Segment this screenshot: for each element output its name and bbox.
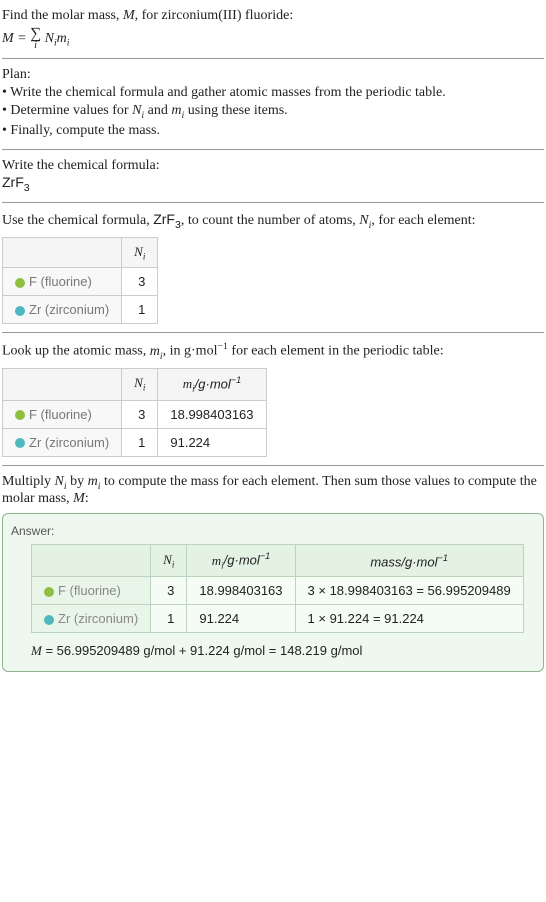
mi-value: 91.224 xyxy=(158,428,266,456)
ni-value: 1 xyxy=(122,296,158,324)
table-row: Zr (zirconium) 1 xyxy=(3,296,158,324)
table-row: F (fluorine) 3 xyxy=(3,268,158,296)
write-formula-label: Write the chemical formula: xyxy=(2,158,544,174)
element-cell: Zr (zirconium) xyxy=(32,605,151,633)
molar-mass-formula: M = ∑i Nimi xyxy=(2,27,544,50)
formula-base: ZrF xyxy=(2,174,24,190)
mass-header: mass/g·mol−1 xyxy=(295,545,523,577)
ni-header: Ni xyxy=(151,545,187,577)
answer-box: Answer: Ni mi/g·mol−1 mass/g·mol−1 F (fl… xyxy=(2,513,544,672)
ni-header: Ni xyxy=(122,368,158,400)
mi-value: 18.998403163 xyxy=(187,577,295,605)
table-row: Zr (zirconium) 1 91.224 1 × 91.224 = 91.… xyxy=(32,605,524,633)
empty-header xyxy=(3,368,122,400)
write-formula-section: Write the chemical formula: ZrF3 xyxy=(2,150,544,203)
table-row: F (fluorine) 3 18.998403163 xyxy=(3,400,267,428)
element-dot-icon xyxy=(15,410,25,420)
element-name: Zr (zirconium) xyxy=(29,302,109,317)
mi-header: mi/g·mol−1 xyxy=(187,545,295,577)
mass-value: 1 × 91.224 = 91.224 xyxy=(295,605,523,633)
table-row: Zr (zirconium) 1 91.224 xyxy=(3,428,267,456)
element-dot-icon xyxy=(15,306,25,316)
chemical-formula: ZrF3 xyxy=(2,174,544,194)
element-dot-icon xyxy=(15,438,25,448)
element-name: Zr (zirconium) xyxy=(58,611,138,626)
element-name: F (fluorine) xyxy=(29,407,92,422)
element-cell: Zr (zirconium) xyxy=(3,428,122,456)
count-atoms-text: Use the chemical formula, ZrF3, to count… xyxy=(2,211,544,231)
table-row: F (fluorine) 3 18.998403163 3 × 18.99840… xyxy=(32,577,524,605)
plan-section: Plan: • Write the chemical formula and g… xyxy=(2,59,544,150)
count-atoms-table: Ni F (fluorine) 3 Zr (zirconium) 1 xyxy=(2,237,158,325)
ni-value: 1 xyxy=(151,605,187,633)
empty-header xyxy=(32,545,151,577)
table-header-row: Ni mi/g·mol−1 mass/g·mol−1 xyxy=(32,545,524,577)
mi-value: 18.998403163 xyxy=(158,400,266,428)
plan-bullet: • Write the chemical formula and gather … xyxy=(2,85,544,101)
empty-header xyxy=(3,237,122,268)
ni-value: 3 xyxy=(122,400,158,428)
mi-header: mi/g·mol−1 xyxy=(158,368,266,400)
mass-value: 3 × 18.998403163 = 56.995209489 xyxy=(295,577,523,605)
ni-header: Ni xyxy=(122,237,158,268)
element-name: F (fluorine) xyxy=(29,274,92,289)
element-cell: F (fluorine) xyxy=(3,400,122,428)
element-cell: F (fluorine) xyxy=(3,268,122,296)
element-dot-icon xyxy=(44,615,54,625)
ni-value: 1 xyxy=(122,428,158,456)
intro-line: Find the molar mass, M, for zirconium(II… xyxy=(2,8,544,24)
element-cell: F (fluorine) xyxy=(32,577,151,605)
answer-label: Answer: xyxy=(11,524,535,538)
element-dot-icon xyxy=(44,587,54,597)
final-section: Multiply Ni by mi to compute the mass fo… xyxy=(2,466,544,681)
plan-header: Plan: xyxy=(2,67,544,83)
final-answer: M = 56.995209489 g/mol + 91.224 g/mol = … xyxy=(31,643,535,659)
intro-section: Find the molar mass, M, for zirconium(II… xyxy=(2,4,544,59)
atomic-mass-text: Look up the atomic mass, mi, in g·mol−1 … xyxy=(2,341,544,361)
element-cell: Zr (zirconium) xyxy=(3,296,122,324)
element-dot-icon xyxy=(15,278,25,288)
plan-bullet: • Determine values for Ni and mi using t… xyxy=(2,103,544,121)
table-header-row: Ni xyxy=(3,237,158,268)
element-name: Zr (zirconium) xyxy=(29,435,109,450)
plan-bullet: • Finally, compute the mass. xyxy=(2,123,544,139)
multiply-text: Multiply Ni by mi to compute the mass fo… xyxy=(2,474,544,508)
atomic-mass-section: Look up the atomic mass, mi, in g·mol−1 … xyxy=(2,333,544,465)
table-header-row: Ni mi/g·mol−1 xyxy=(3,368,267,400)
mi-value: 91.224 xyxy=(187,605,295,633)
element-name: F (fluorine) xyxy=(58,583,121,598)
ni-value: 3 xyxy=(151,577,187,605)
count-atoms-section: Use the chemical formula, ZrF3, to count… xyxy=(2,203,544,333)
atomic-mass-table: Ni mi/g·mol−1 F (fluorine) 3 18.99840316… xyxy=(2,368,267,457)
formula-sub: 3 xyxy=(24,182,30,194)
answer-table: Ni mi/g·mol−1 mass/g·mol−1 F (fluorine) … xyxy=(31,544,524,633)
ni-value: 3 xyxy=(122,268,158,296)
